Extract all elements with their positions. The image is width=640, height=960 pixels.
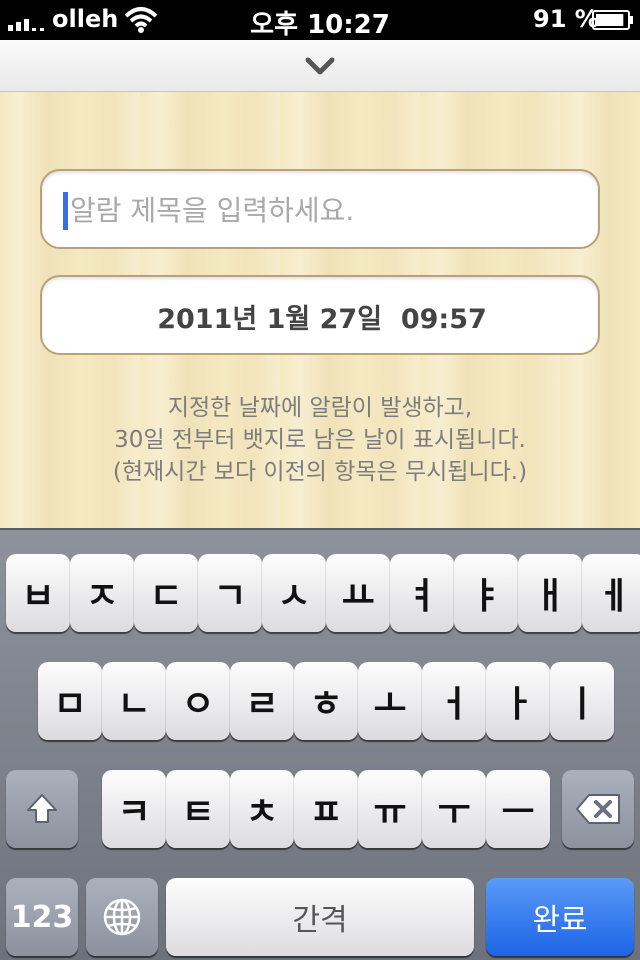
backspace-key[interactable] [562, 770, 634, 848]
hint-text: 지정한 날짜에 알람이 발생하고, 30일 전부터 뱃지로 남은 날이 표시됩니… [20, 392, 620, 488]
key-yeo[interactable]: ㅕ [390, 554, 454, 632]
key-hieut[interactable]: ㅎ [294, 662, 358, 740]
key-eo[interactable]: ㅓ [422, 662, 486, 740]
key-yu[interactable]: ㅠ [358, 770, 422, 848]
key-digeut[interactable]: ㄷ [134, 554, 198, 632]
key-a[interactable]: ㅏ [486, 662, 550, 740]
backspace-icon [576, 794, 620, 824]
chevron-down-icon[interactable] [304, 54, 336, 78]
alarm-date-value: 2011년 1월 27일 09:57 [157, 304, 487, 335]
alarm-title-field[interactable] [40, 169, 600, 249]
key-siot[interactable]: ㅅ [262, 554, 326, 632]
key-ae[interactable]: ㅐ [518, 554, 582, 632]
key-jieut[interactable]: ㅈ [70, 554, 134, 632]
shift-icon [27, 794, 57, 823]
form-panel: 2011년 1월 27일 09:57 지정한 날짜에 알람이 발생하고, 30일… [0, 92, 640, 528]
shift-key[interactable] [6, 770, 78, 848]
alarm-title-input[interactable] [60, 187, 580, 233]
space-key[interactable]: 간격 [166, 878, 474, 956]
key-ya[interactable]: ㅑ [454, 554, 518, 632]
korean-keyboard: ㅂ ㅈ ㄷ ㄱ ㅅ ㅛ ㅕ ㅑ ㅐ ㅔ ㅁ ㄴ ㅇ ㄹ ㅎ ㅗ ㅓ ㅏ ㅣ ㅋ … [0, 528, 640, 960]
key-ieung[interactable]: ㅇ [166, 662, 230, 740]
key-u[interactable]: ㅜ [422, 770, 486, 848]
alarm-date-field[interactable]: 2011년 1월 27일 09:57 [40, 275, 600, 355]
globe-icon [103, 898, 141, 936]
key-mieum[interactable]: ㅁ [38, 662, 102, 740]
battery-percent: 91 % [533, 5, 599, 33]
key-rieul[interactable]: ㄹ [230, 662, 294, 740]
status-bar: olleh 오후 10:27 91 % [0, 0, 640, 40]
key-bieup[interactable]: ㅂ [6, 554, 70, 632]
dismiss-bar[interactable] [0, 40, 640, 92]
key-e[interactable]: ㅔ [582, 554, 640, 632]
key-o[interactable]: ㅗ [358, 662, 422, 740]
key-yo[interactable]: ㅛ [326, 554, 390, 632]
key-chieut[interactable]: ㅊ [230, 770, 294, 848]
done-key[interactable]: 완료 [486, 878, 634, 956]
key-eu[interactable]: ㅡ [486, 770, 550, 848]
hint-line: 30일 전부터 뱃지로 남은 날이 표시됩니다. [114, 427, 526, 453]
globe-key[interactable] [86, 878, 158, 956]
hint-line: 지정한 날짜에 알람이 발생하고, [167, 395, 473, 421]
key-tieut[interactable]: ㅌ [166, 770, 230, 848]
key-giyeok[interactable]: ㄱ [198, 554, 262, 632]
hint-line: (현재시간 보다 이전의 항목은 무시됩니다.) [112, 459, 528, 485]
key-kieuk[interactable]: ㅋ [102, 770, 166, 848]
numbers-key[interactable]: 123 [6, 878, 78, 956]
battery-icon [592, 10, 633, 30]
key-i[interactable]: ㅣ [550, 662, 614, 740]
key-nieun[interactable]: ㄴ [102, 662, 166, 740]
key-pieup[interactable]: ㅍ [294, 770, 358, 848]
